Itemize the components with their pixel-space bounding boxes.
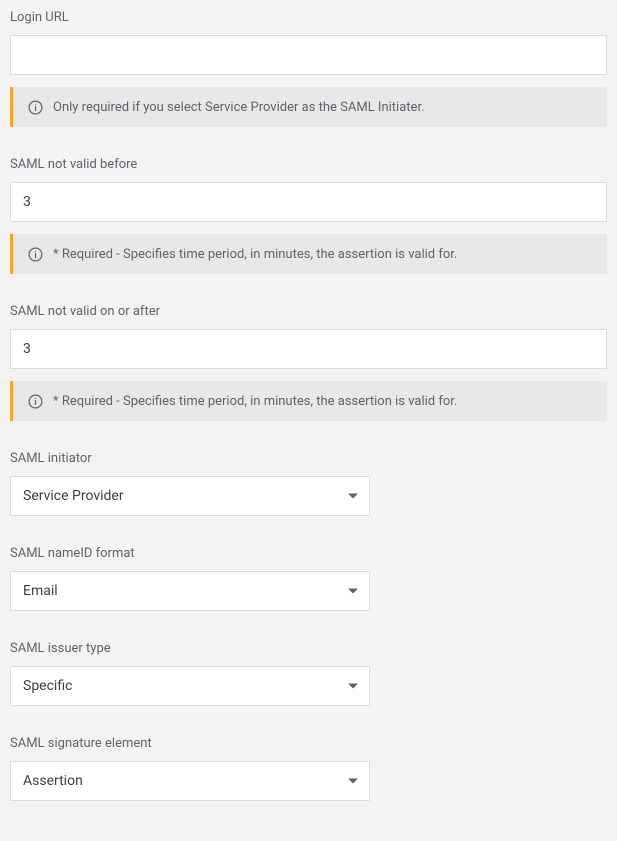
- signature-element-select-wrapper: Assertion: [10, 761, 370, 801]
- nameid-format-label: SAML nameID format: [10, 546, 607, 561]
- not-valid-before-group: SAML not valid before * Required - Speci…: [10, 157, 607, 274]
- not-valid-on-after-group: SAML not valid on or after * Required - …: [10, 304, 607, 421]
- not-valid-before-label: SAML not valid before: [10, 157, 607, 172]
- info-icon: [27, 99, 43, 115]
- initiator-label: SAML initiator: [10, 451, 607, 466]
- info-icon: [27, 393, 43, 409]
- not-valid-on-after-label: SAML not valid on or after: [10, 304, 607, 319]
- initiator-group: SAML initiator Service Provider: [10, 451, 607, 516]
- login-url-group: Login URL Only required if you select Se…: [10, 10, 607, 127]
- info-icon: [27, 246, 43, 262]
- login-url-label: Login URL: [10, 10, 607, 25]
- login-url-hint: Only required if you select Service Prov…: [10, 87, 607, 127]
- nameid-format-group: SAML nameID format Email: [10, 546, 607, 611]
- signature-element-group: SAML signature element Assertion: [10, 736, 607, 801]
- not-valid-on-after-input[interactable]: [10, 329, 607, 369]
- signature-element-select[interactable]: Assertion: [10, 761, 370, 801]
- signature-element-label: SAML signature element: [10, 736, 607, 751]
- initiator-select-wrapper: Service Provider: [10, 476, 370, 516]
- nameid-format-select[interactable]: Email: [10, 571, 370, 611]
- initiator-select[interactable]: Service Provider: [10, 476, 370, 516]
- nameid-format-select-wrapper: Email: [10, 571, 370, 611]
- not-valid-on-after-hint-text: * Required - Specifies time period, in m…: [53, 394, 457, 409]
- not-valid-on-after-hint: * Required - Specifies time period, in m…: [10, 381, 607, 421]
- issuer-type-select[interactable]: Specific: [10, 666, 370, 706]
- not-valid-before-input[interactable]: [10, 182, 607, 222]
- login-url-input[interactable]: [10, 35, 607, 75]
- issuer-type-select-wrapper: Specific: [10, 666, 370, 706]
- login-url-hint-text: Only required if you select Service Prov…: [53, 100, 425, 115]
- issuer-type-group: SAML issuer type Specific: [10, 641, 607, 706]
- not-valid-before-hint-text: * Required - Specifies time period, in m…: [53, 247, 457, 262]
- not-valid-before-hint: * Required - Specifies time period, in m…: [10, 234, 607, 274]
- issuer-type-label: SAML issuer type: [10, 641, 607, 656]
